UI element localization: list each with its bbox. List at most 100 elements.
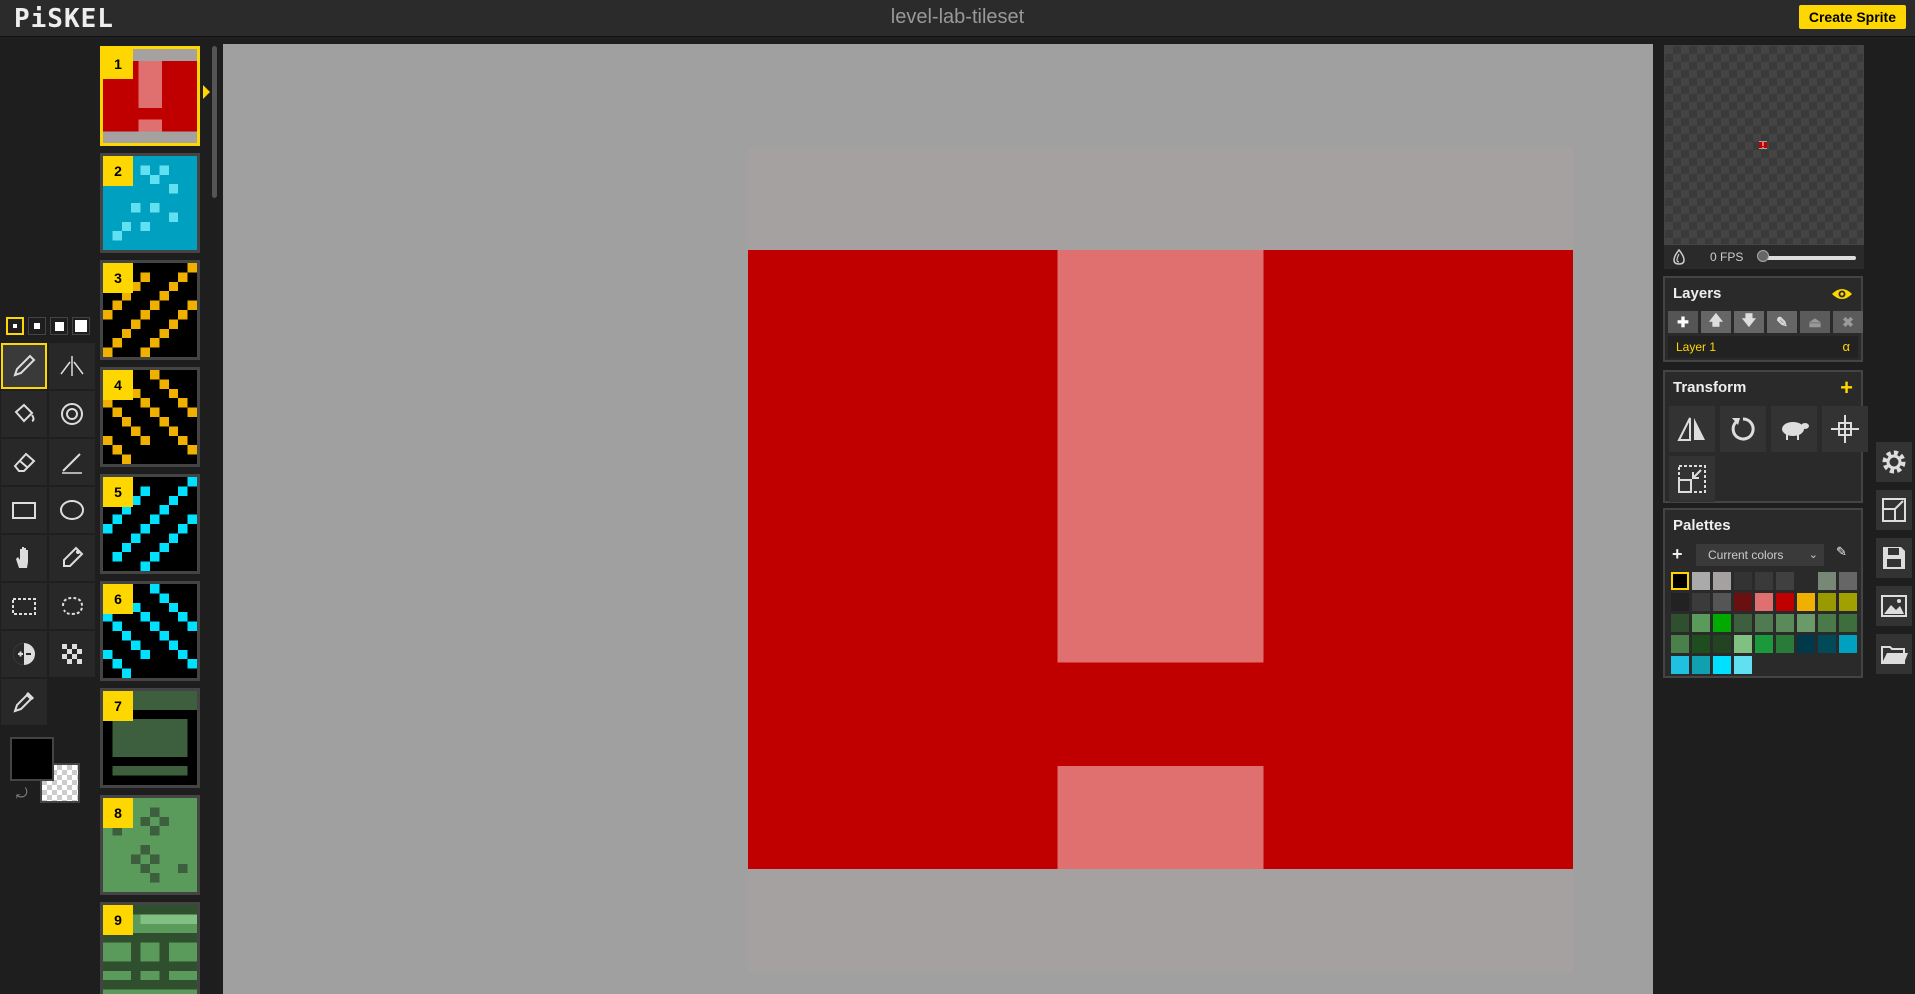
palette-swatch[interactable] xyxy=(1776,593,1794,611)
palette-swatch[interactable] xyxy=(1797,593,1815,611)
plus-icon[interactable]: + xyxy=(1840,377,1853,399)
palette-swatch[interactable] xyxy=(1755,635,1773,653)
delete-layer-button[interactable]: ✖ xyxy=(1833,311,1863,333)
create-sprite-button[interactable]: Create Sprite xyxy=(1798,5,1906,29)
palette-swatch[interactable] xyxy=(1713,593,1731,611)
edit-palette-icon[interactable]: ✎ xyxy=(1836,544,1847,560)
primary-color[interactable] xyxy=(10,737,54,781)
palette-swatch[interactable] xyxy=(1776,614,1794,632)
palette-swatch[interactable] xyxy=(1818,635,1836,653)
eraser-tool[interactable] xyxy=(1,439,47,485)
settings-button[interactable] xyxy=(1876,442,1912,482)
palette-swatch[interactable] xyxy=(1797,635,1815,653)
clone-button[interactable] xyxy=(1771,406,1817,452)
palette-swatch[interactable] xyxy=(1671,635,1689,653)
pen-tool[interactable] xyxy=(1,343,47,389)
frame-2[interactable]: 2 xyxy=(100,153,200,253)
move-tool[interactable] xyxy=(1,535,47,581)
palette-swatch[interactable] xyxy=(1671,614,1689,632)
palette-swatch[interactable] xyxy=(1839,614,1857,632)
vertical-mirror-pen-tool[interactable] xyxy=(49,343,95,389)
palette-swatch[interactable] xyxy=(1692,656,1710,674)
rename-layer-button[interactable]: ✎ xyxy=(1767,311,1797,333)
stroke-tool[interactable] xyxy=(49,439,95,485)
palette-swatch[interactable] xyxy=(1692,593,1710,611)
palette-swatch[interactable] xyxy=(1692,635,1710,653)
palette-swatch[interactable] xyxy=(1776,635,1794,653)
layer-alpha-toggle[interactable]: α xyxy=(1842,339,1850,354)
palette-swatch[interactable] xyxy=(1713,656,1731,674)
paint-bucket-tool[interactable] xyxy=(1,391,47,437)
palette-swatch[interactable] xyxy=(1755,614,1773,632)
pen-size-3[interactable] xyxy=(50,317,68,335)
frame-3[interactable]: 3 xyxy=(100,260,200,360)
add-palette-button[interactable]: + xyxy=(1672,544,1683,565)
frames-scrollbar[interactable] xyxy=(212,46,217,198)
open-button[interactable] xyxy=(1876,634,1912,674)
frame-7[interactable]: 7 xyxy=(100,688,200,788)
palette-swatch[interactable] xyxy=(1818,572,1836,590)
color-picker-tool[interactable] xyxy=(1,679,47,725)
frame-9[interactable]: 9 xyxy=(100,902,200,994)
move-layer-down-button[interactable]: 🡇 xyxy=(1734,311,1764,333)
palette-swatch[interactable] xyxy=(1839,593,1857,611)
pen-size-2[interactable] xyxy=(28,317,46,335)
move-layer-up-button[interactable]: 🡅 xyxy=(1701,311,1731,333)
palette-swatch[interactable] xyxy=(1713,614,1731,632)
palette-swatch[interactable] xyxy=(1671,656,1689,674)
palette-swatch[interactable] xyxy=(1671,572,1689,590)
circle-tool[interactable] xyxy=(49,487,95,533)
resize-button[interactable] xyxy=(1876,490,1912,530)
frame-4[interactable]: 4 xyxy=(100,367,200,467)
fps-slider[interactable] xyxy=(1760,256,1856,260)
add-layer-button[interactable]: ✚ xyxy=(1668,311,1698,333)
pen-size-4[interactable] xyxy=(72,317,90,335)
save-button[interactable] xyxy=(1876,538,1912,578)
palette-swatch[interactable] xyxy=(1734,572,1752,590)
dithering-tool[interactable] xyxy=(49,631,95,677)
palette-swatch[interactable] xyxy=(1818,593,1836,611)
palette-swatch[interactable] xyxy=(1734,656,1752,674)
rectangle-selection-tool[interactable] xyxy=(1,583,47,629)
palette-swatch[interactable] xyxy=(1692,614,1710,632)
palette-swatch[interactable] xyxy=(1839,635,1857,653)
palette-swatch[interactable] xyxy=(1839,572,1857,590)
palette-swatch[interactable] xyxy=(1797,572,1815,590)
palette-swatch[interactable] xyxy=(1713,635,1731,653)
palette-swatch[interactable] xyxy=(1713,572,1731,590)
rotate-button[interactable] xyxy=(1720,406,1766,452)
sprite-title[interactable]: level-lab-tileset xyxy=(0,6,1915,29)
center-button[interactable] xyxy=(1822,406,1868,452)
drawing-canvas[interactable] xyxy=(748,147,1573,972)
swap-colors-icon[interactable]: ⤾ xyxy=(16,785,28,802)
drawing-area[interactable] xyxy=(223,44,1653,994)
pen-size-1[interactable] xyxy=(6,317,24,335)
frame-5[interactable]: 5 xyxy=(100,474,200,574)
frame-8[interactable]: 8 xyxy=(100,795,200,895)
shape-selection-tool[interactable] xyxy=(49,535,95,581)
palette-swatch[interactable] xyxy=(1734,635,1752,653)
palette-swatch[interactable] xyxy=(1755,572,1773,590)
frame-1[interactable]: 1 xyxy=(100,46,200,146)
palette-swatch[interactable] xyxy=(1776,572,1794,590)
layer-item[interactable]: Layer 1 α xyxy=(1668,336,1858,358)
crop-button[interactable] xyxy=(1669,456,1715,502)
export-button[interactable] xyxy=(1876,586,1912,626)
palette-swatch[interactable] xyxy=(1734,593,1752,611)
palette-swatch[interactable] xyxy=(1692,572,1710,590)
lighten-tool[interactable] xyxy=(1,631,47,677)
rectangle-tool[interactable] xyxy=(1,487,47,533)
palette-swatch[interactable] xyxy=(1671,593,1689,611)
fps-slider-handle[interactable] xyxy=(1757,250,1769,262)
palette-swatch[interactable] xyxy=(1755,593,1773,611)
palette-swatch[interactable] xyxy=(1797,614,1815,632)
paint-all-same-color-tool[interactable] xyxy=(49,391,95,437)
onion-skin-icon[interactable] xyxy=(1670,248,1688,266)
palette-select[interactable]: Current colors ⌄ xyxy=(1696,544,1824,566)
palette-swatch[interactable] xyxy=(1734,614,1752,632)
palette-swatch[interactable] xyxy=(1818,614,1836,632)
flip-button[interactable] xyxy=(1669,406,1715,452)
frame-6[interactable]: 6 xyxy=(100,581,200,681)
eye-icon[interactable] xyxy=(1831,286,1853,302)
lasso-selection-tool[interactable] xyxy=(49,583,95,629)
